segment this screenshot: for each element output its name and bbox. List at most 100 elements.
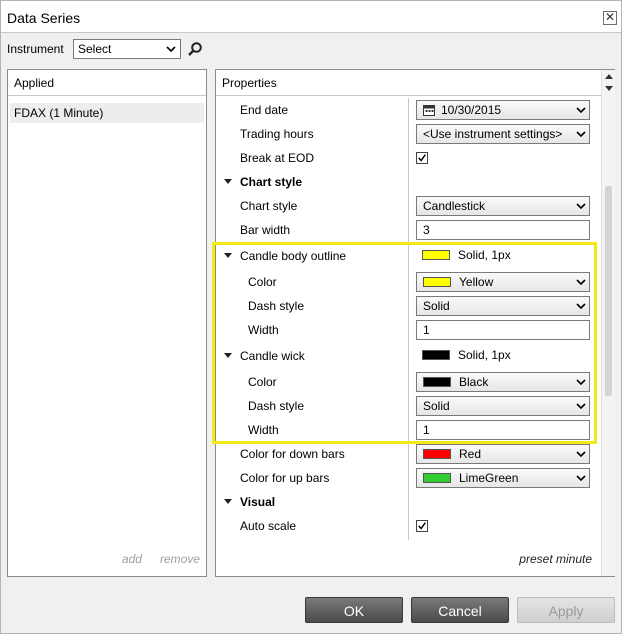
color-swatch — [423, 448, 451, 459]
chevron-down-icon — [576, 279, 586, 286]
wick-color-select[interactable]: Black — [416, 372, 590, 392]
checkmark-icon — [418, 522, 426, 530]
body-color-value: Yellow — [459, 275, 494, 289]
auto-scale-checkbox[interactable] — [416, 520, 428, 532]
prop-label: Color — [248, 275, 277, 289]
chevron-down-icon — [576, 403, 586, 410]
applied-footer: add remove — [104, 552, 200, 566]
prop-label: Color — [248, 375, 277, 389]
end-date-picker[interactable]: 10/30/2015 — [416, 100, 590, 120]
checkmark-icon — [418, 154, 426, 162]
color-swatch — [423, 276, 451, 287]
row-down-bars: Color for down bars Red — [216, 442, 600, 466]
scroll-down-icon[interactable] — [605, 86, 613, 91]
body-width-input[interactable]: 1 — [416, 320, 590, 340]
prop-label: Bar width — [240, 223, 291, 237]
instrument-select[interactable]: Select — [73, 39, 181, 59]
collapse-triangle-icon[interactable] — [224, 353, 232, 358]
preset-link[interactable]: preset minute — [519, 552, 592, 566]
bar-width-input[interactable]: 3 — [416, 220, 590, 240]
end-date-value: 10/30/2015 — [441, 103, 502, 117]
category-label: Chart style — [240, 175, 303, 189]
chevron-down-icon — [576, 131, 586, 138]
body-dash-value: Solid — [423, 299, 450, 313]
collapse-triangle-icon[interactable] — [224, 499, 232, 504]
collapse-triangle-icon[interactable] — [224, 253, 232, 258]
chevron-down-icon — [576, 203, 586, 210]
scrollbar-thumb[interactable] — [605, 186, 612, 396]
prop-label: Chart style — [240, 199, 298, 213]
break-eod-checkbox[interactable] — [416, 152, 428, 164]
instrument-label: Instrument — [7, 42, 64, 56]
applied-panel: Applied FDAX (1 Minute) add remove — [7, 69, 207, 577]
chart-style-value: Candlestick — [423, 199, 486, 213]
prop-label: Candle body outline — [240, 249, 347, 263]
prop-label: Dash style — [248, 299, 305, 313]
row-body-dash: Dash style Solid — [216, 294, 600, 318]
category-chart-style[interactable]: Chart style — [216, 170, 600, 194]
property-grid: End date 10/30/2015 Trading hours <Use i… — [216, 98, 600, 540]
color-swatch — [423, 376, 451, 387]
up-bars-value: LimeGreen — [459, 471, 519, 485]
collapse-triangle-icon[interactable] — [224, 179, 232, 184]
search-icon[interactable] — [187, 41, 203, 57]
row-candle-wick: Candle wick Solid, 1px — [216, 344, 600, 368]
color-swatch — [423, 472, 451, 483]
title-bar: Data Series ✕ — [1, 1, 621, 33]
row-wick-color: Color Black — [216, 370, 600, 394]
row-body-width: Width 1 — [216, 318, 600, 342]
prop-label: Candle wick — [240, 349, 305, 363]
trading-hours-value: <Use instrument settings> — [423, 127, 563, 141]
prop-label: Dash style — [248, 399, 305, 413]
wick-summary-value: Solid, 1px — [458, 348, 511, 362]
row-body-color: Color Yellow — [216, 270, 600, 294]
row-wick-dash: Dash style Solid — [216, 394, 600, 418]
properties-header: Properties — [216, 70, 614, 96]
body-color-select[interactable]: Yellow — [416, 272, 590, 292]
chevron-down-icon — [576, 451, 586, 458]
row-trading-hours: Trading hours <Use instrument settings> — [216, 122, 600, 146]
remove-link[interactable]: remove — [160, 552, 200, 566]
wick-color-value: Black — [459, 375, 489, 389]
row-break-eod: Break at EOD — [216, 146, 600, 170]
category-visual[interactable]: Visual — [216, 490, 600, 514]
up-bars-color-select[interactable]: LimeGreen — [416, 468, 590, 488]
color-swatch — [422, 349, 450, 360]
row-candle-body-outline: Candle body outline Solid, 1px — [216, 244, 600, 268]
add-link[interactable]: add — [122, 552, 142, 566]
row-wick-width: Width 1 — [216, 418, 600, 442]
chevron-down-icon — [576, 379, 586, 386]
prop-label: Trading hours — [240, 127, 314, 141]
apply-button[interactable]: Apply — [517, 597, 615, 623]
applied-header: Applied — [8, 70, 206, 96]
properties-scrollbar[interactable] — [601, 70, 615, 576]
calendar-icon — [423, 105, 435, 116]
down-bars-value: Red — [459, 447, 482, 461]
prop-label: Break at EOD — [240, 151, 315, 165]
outline-summary-value: Solid, 1px — [458, 248, 511, 262]
ok-button[interactable]: OK — [305, 597, 403, 623]
prop-label: End date — [240, 103, 289, 117]
instrument-select-value: Select — [78, 42, 112, 56]
chevron-down-icon — [576, 303, 586, 310]
row-auto-scale: Auto scale — [216, 514, 600, 538]
cancel-button[interactable]: Cancel — [411, 597, 509, 623]
prop-label: Color for up bars — [240, 471, 330, 485]
wick-width-input[interactable]: 1 — [416, 420, 590, 440]
body-dash-select[interactable]: Solid — [416, 296, 590, 316]
down-bars-color-select[interactable]: Red — [416, 444, 590, 464]
applied-item-fdax[interactable]: FDAX (1 Minute) — [10, 103, 204, 123]
wick-dash-select[interactable]: Solid — [416, 396, 590, 416]
close-icon[interactable]: ✕ — [603, 11, 617, 25]
row-bar-width: Bar width 3 — [216, 218, 600, 242]
data-series-window: Data Series ✕ Instrument Select Applied … — [0, 0, 622, 634]
chart-style-select[interactable]: Candlestick — [416, 196, 590, 216]
prop-label: Width — [248, 423, 279, 437]
wick-dash-value: Solid — [423, 399, 450, 413]
properties-panel: Properties End date 10/30/2015 Trading h… — [215, 69, 615, 577]
prop-label: Width — [248, 323, 279, 337]
window-title: Data Series — [7, 10, 81, 26]
scroll-up-icon[interactable] — [605, 74, 613, 79]
prop-label: Auto scale — [240, 519, 297, 533]
trading-hours-select[interactable]: <Use instrument settings> — [416, 124, 590, 144]
